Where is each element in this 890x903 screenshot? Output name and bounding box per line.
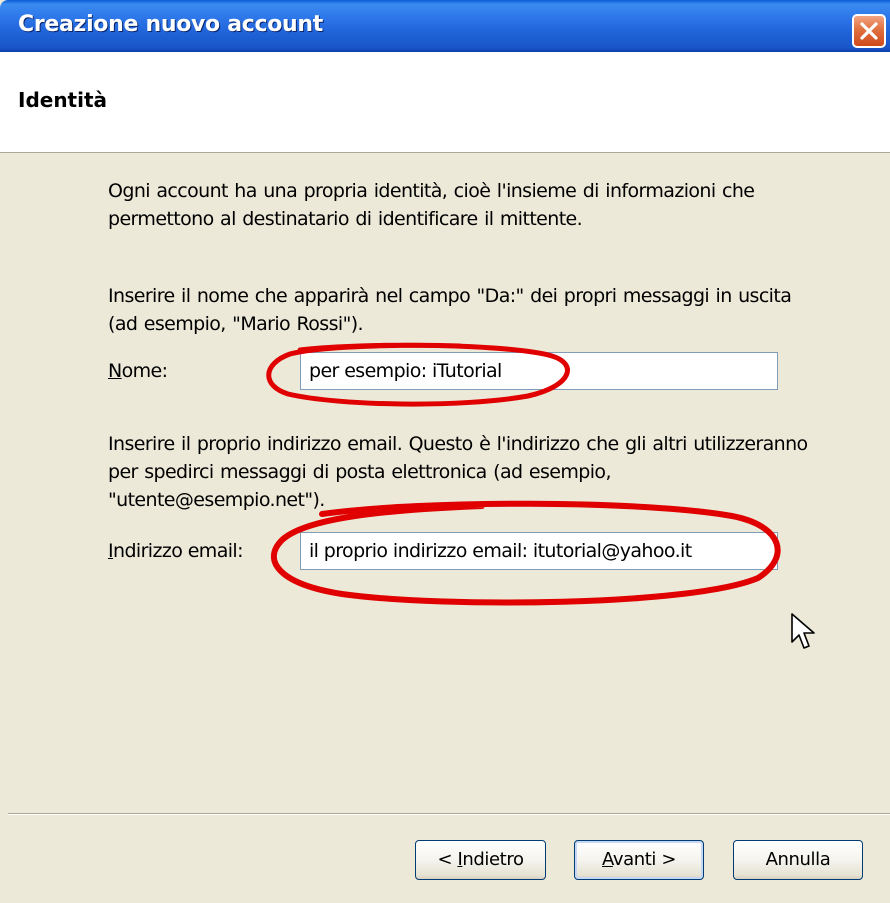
email-description: Inserire il proprio indirizzo email. Que… <box>108 433 808 511</box>
intro-text: Ogni account ha una propria identità, ci… <box>108 180 755 230</box>
close-icon <box>860 22 878 40</box>
mouse-cursor-icon <box>791 613 815 649</box>
next-button[interactable]: Avanti > <box>574 840 704 880</box>
name-input[interactable] <box>300 352 778 390</box>
name-description: Inserire il nome che apparirà nel campo … <box>108 285 792 335</box>
close-button[interactable] <box>852 14 886 48</box>
name-label-access-key: N <box>108 360 122 382</box>
back-button-label: ndietro <box>462 849 524 870</box>
page-title: Identità <box>18 88 108 112</box>
back-button-prefix: < <box>437 849 458 870</box>
back-button[interactable]: < Indietro <box>415 840 546 880</box>
next-button-access-key: A <box>601 849 613 870</box>
email-label-text: ndirizzo email: <box>113 540 243 562</box>
wizard-header: Identità <box>0 52 890 153</box>
email-input[interactable] <box>300 532 778 570</box>
next-button-label: vanti > <box>612 849 677 870</box>
name-label: Nome: <box>108 360 168 382</box>
title-bar[interactable]: Creazione nuovo account <box>0 0 890 52</box>
email-label: Indirizzo email: <box>108 540 244 562</box>
name-label-text: ome: <box>121 360 168 382</box>
cancel-button[interactable]: Annulla <box>733 840 863 880</box>
new-account-wizard-window: Creazione nuovo account Identità Ogni ac… <box>0 0 890 903</box>
footer-separator <box>8 813 890 815</box>
window-title: Creazione nuovo account <box>18 12 323 37</box>
